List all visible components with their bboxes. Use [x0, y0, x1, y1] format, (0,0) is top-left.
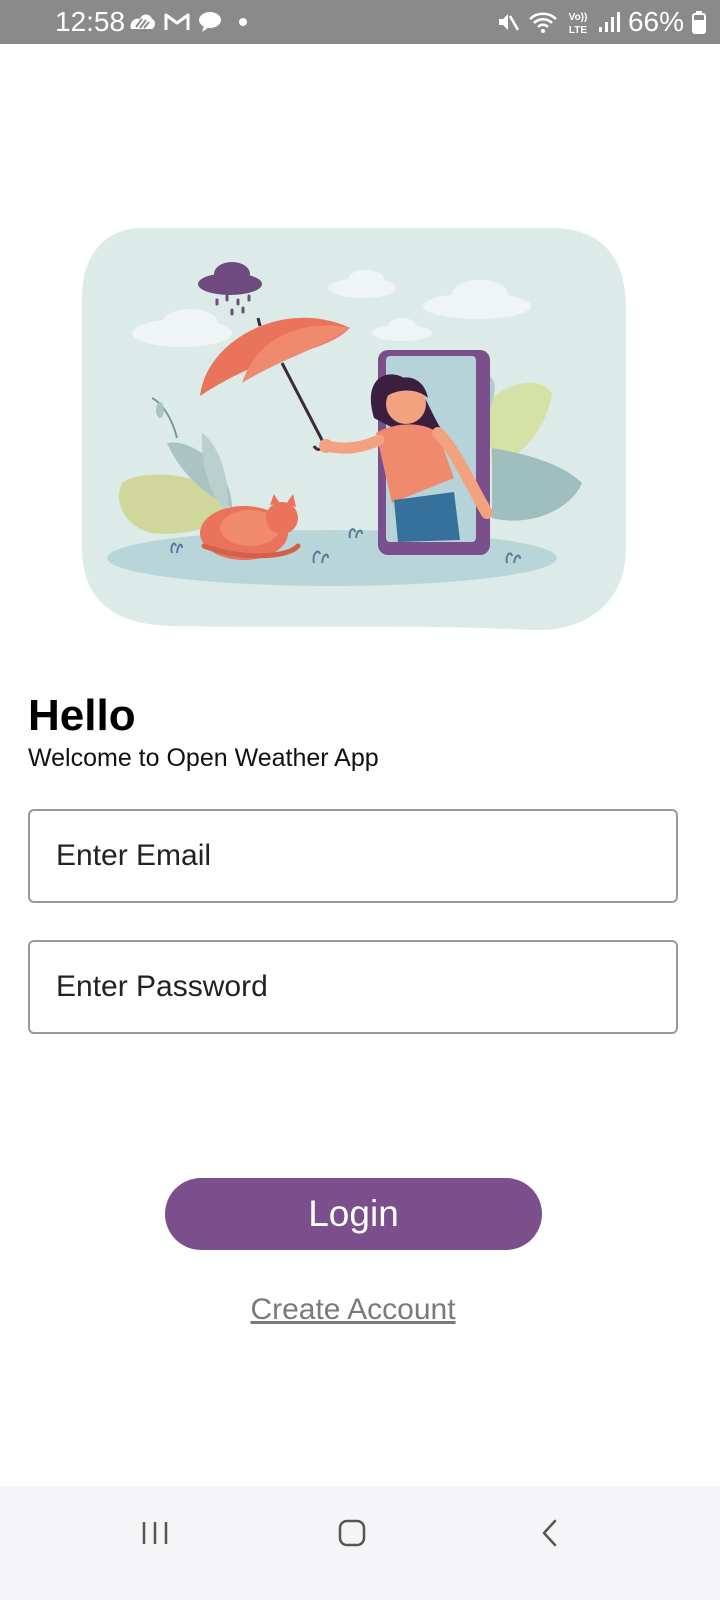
greeting-title: Hello [28, 691, 136, 740]
email-field-container [28, 809, 678, 903]
password-input[interactable] [30, 942, 676, 1032]
home-icon [338, 1519, 366, 1547]
dot-icon [230, 16, 252, 28]
battery-icon [692, 10, 706, 34]
recent-apps-icon [142, 1522, 168, 1544]
create-account-link[interactable]: Create Account [0, 1290, 706, 1330]
password-field-container [28, 940, 678, 1034]
navigation-bar [0, 1486, 720, 1600]
weather-illustration [82, 228, 626, 631]
volte-label-bottom: LTE [569, 25, 587, 35]
signal-icon [598, 10, 620, 34]
recent-apps-button[interactable] [125, 1508, 185, 1558]
mute-icon [496, 10, 520, 34]
volte-icon: Vo)) LTE [566, 9, 590, 35]
notification-icons [128, 10, 252, 34]
back-button[interactable] [520, 1508, 580, 1558]
back-icon [542, 1519, 557, 1547]
status-time: 12:58 [55, 6, 126, 37]
login-button[interactable]: Login [165, 1178, 542, 1250]
volte-label-top: Vo)) [569, 12, 588, 23]
cloud-swirl-icon [128, 11, 156, 33]
chat-bubble-icon [198, 11, 222, 33]
login-screen: 12:58 Vo)) LTE 66% Hello Welcome to Open… [0, 0, 720, 1600]
home-button[interactable] [322, 1508, 382, 1558]
greeting-subtitle: Welcome to Open Weather App [28, 744, 379, 772]
status-bar: 12:58 Vo)) LTE 66% [0, 0, 720, 44]
gmail-icon [164, 12, 190, 32]
battery-percent: 66% [627, 6, 684, 37]
wifi-icon [528, 10, 558, 34]
email-input[interactable] [30, 811, 676, 901]
system-status-icons: Vo)) LTE 66% [496, 6, 706, 38]
